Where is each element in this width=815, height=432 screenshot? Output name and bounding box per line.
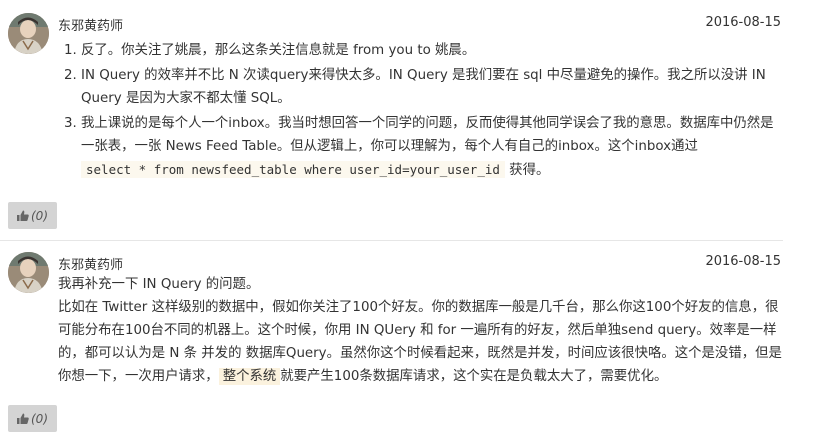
avatar-image <box>8 252 49 293</box>
comment-divider <box>0 240 783 241</box>
comment-date: 2016-08-15 <box>705 15 781 30</box>
highlighted-text: 整个系统 <box>218 368 281 385</box>
like-count: (0) <box>31 411 48 426</box>
code-snippet: select * from newsfeed_table where user_… <box>81 161 505 178</box>
list-item: 我上课说的是每个人一个inbox。我当时想回答一个同学的问题，反而使得其他同学误… <box>81 112 783 182</box>
list-item-suffix: 获得。 <box>504 163 550 178</box>
paragraph-text: 就要产生100条数据库请求，这个实在是负载太大了，需要优化。 <box>280 369 668 384</box>
thumbs-up-icon <box>17 413 29 424</box>
like-button[interactable]: (0) <box>8 405 57 432</box>
comment-date: 2016-08-15 <box>705 254 781 269</box>
comment-body: 反了。你关注了姚晨，那么这条关注信息就是 from you to 姚晨。 IN … <box>58 39 783 184</box>
like-button[interactable]: (0) <box>8 202 57 229</box>
list-item: IN Query 的效率并不比 N 次读query来得快太多。IN Query … <box>81 64 783 110</box>
comment-list: 反了。你关注了姚晨，那么这条关注信息就是 from you to 姚晨。 IN … <box>58 39 783 182</box>
comment-paragraph: 比如在 Twitter 这样级别的数据中，假如你关注了100个好友。你的数据库一… <box>58 296 783 388</box>
comment-line: 我再补充一下 IN Query 的问题。 <box>58 277 260 292</box>
list-item: 反了。你关注了姚晨，那么这条关注信息就是 from you to 姚晨。 <box>81 39 783 62</box>
list-item-text: 我上课说的是每个人一个inbox。我当时想回答一个同学的问题，反而使得其他同学误… <box>81 116 774 154</box>
comment-author[interactable]: 东邪黄药师 <box>58 254 123 273</box>
avatar[interactable] <box>8 13 49 54</box>
comment-body: 我再补充一下 IN Query 的问题。 比如在 Twitter 这样级别的数据… <box>58 273 783 388</box>
comment-author[interactable]: 东邪黄药师 <box>58 15 123 34</box>
avatar[interactable] <box>8 252 49 293</box>
avatar-image <box>8 13 49 54</box>
thumbs-up-icon <box>17 210 29 221</box>
like-count: (0) <box>31 208 48 223</box>
